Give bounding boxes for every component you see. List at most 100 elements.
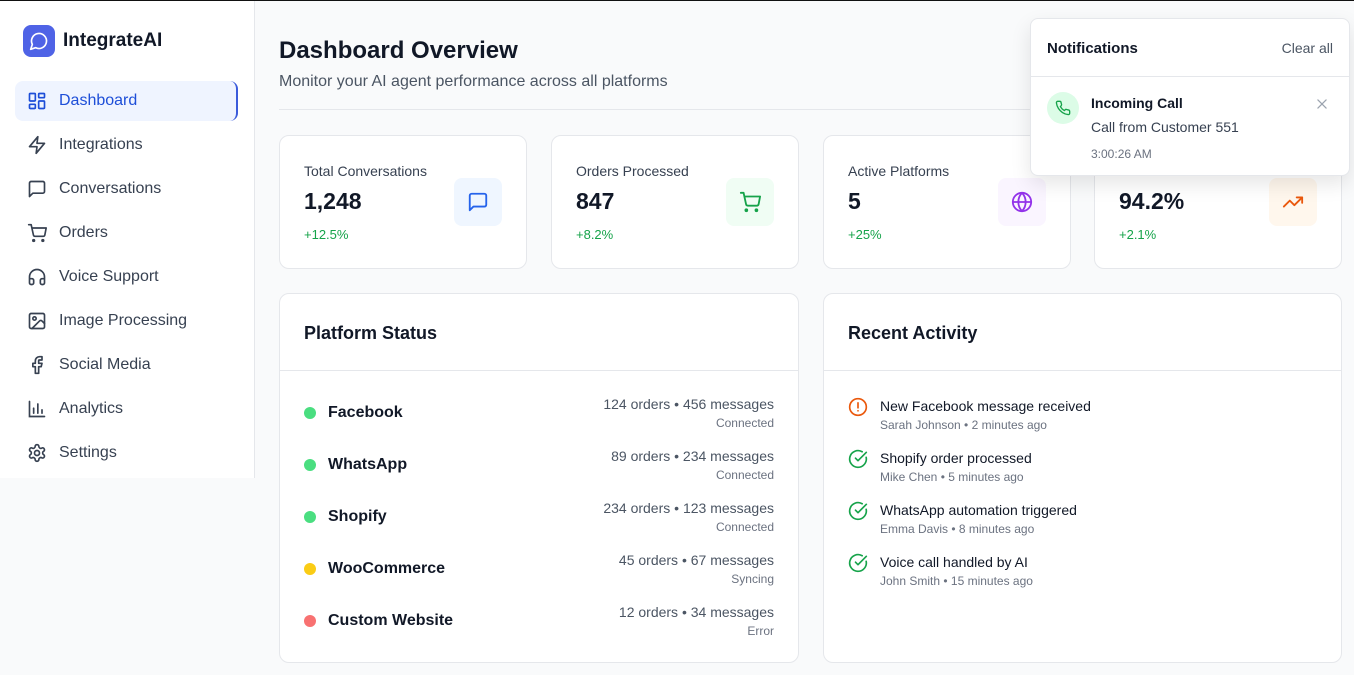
status-dot [304,615,316,627]
activity-title: Shopify order processed [880,450,1032,466]
sidebar-item-dashboard[interactable]: Dashboard [15,81,238,121]
stat-card-total-conversations: Total Conversations 1,248 +12.5% [279,135,527,269]
facebook-icon [32,355,43,375]
page-title: Dashboard Overview [279,37,518,64]
stat-value: 1,248 [304,188,362,214]
check-circle-icon [848,501,868,521]
stat-label: Active Platforms [848,163,950,179]
platform-status-panel: Platform Status Facebook 124 orders • 45… [279,293,799,663]
platform-stats: 12 orders • 34 messages [618,604,774,620]
sidebar-item-label: Voice Support [59,268,159,285]
platform-row-whatsapp[interactable]: WhatsApp 89 orders • 234 messages Connec… [304,446,774,486]
activity-meta: John Smith • 15 minutes ago [880,574,1033,588]
chat-bubble-logo-icon [23,25,55,57]
platform-row-facebook[interactable]: Facebook 124 orders • 456 messages Conne… [304,394,774,434]
platform-status: Connected [715,468,774,482]
message-square-icon [454,178,502,226]
headphones-icon [28,268,46,286]
lightning-icon [28,135,46,155]
stat-value: 5 [848,188,861,214]
notifications-divider [1031,76,1349,77]
panel-title: Platform Status [304,323,438,343]
close-icon[interactable] [1315,97,1329,111]
clear-all-button[interactable]: Clear all [1282,40,1333,56]
recent-activity-panel: Recent Activity New Facebook message rec… [823,293,1342,663]
sidebar-item-label: Analytics [59,400,124,417]
panel-divider [824,370,1341,371]
platform-stats: 89 orders • 234 messages [611,448,774,464]
sidebar-item-label: Dashboard [59,92,138,109]
message-square-icon [28,180,46,198]
dashboard-grid-icon [28,92,46,110]
page-subtitle: Monitor your AI agent performance across… [279,73,668,90]
stat-change: +25% [848,227,882,242]
check-circle-icon [848,449,868,469]
sidebar-item-label: Orders [59,224,108,241]
sidebar-nav: Dashboard Integrations Conversations Ord… [15,81,238,477]
stat-card-orders-processed: Orders Processed 847 +8.2% [551,135,799,269]
panel-title: Recent Activity [848,323,978,343]
alert-circle-icon [848,397,868,417]
stat-change: +2.1% [1119,227,1157,242]
notification-time: 3:00:26 AM [1091,147,1152,161]
sidebar-item-conversations[interactable]: Conversations [15,169,238,209]
notifications-title: Notifications [1047,40,1138,57]
platform-status: Connected [715,416,774,430]
status-dot [304,563,316,575]
stat-label: Total Conversations [304,163,427,179]
status-dot [304,459,316,471]
platform-name: WooCommerce [328,560,446,577]
stat-label: Orders Processed [576,163,689,179]
status-dot [304,407,316,419]
sidebar: IntegrateAI Dashboard Integrations Conve… [0,1,255,478]
shopping-cart-icon [27,223,47,243]
notifications-panel: Notifications Clear all Incoming Call Ca… [1030,18,1350,176]
brand-name: IntegrateAI [63,30,163,51]
sidebar-item-image-processing[interactable]: Image Processing [15,301,238,341]
sidebar-item-settings[interactable]: Settings [15,433,238,473]
gear-icon [28,443,46,463]
platform-name: Custom Website [328,612,454,629]
stat-change: +8.2% [576,227,614,242]
bar-chart-icon [28,400,46,418]
shopping-cart-icon [726,178,774,226]
platform-stats: 45 orders • 67 messages [618,552,774,568]
platform-stats: 234 orders • 123 messages [603,500,774,516]
status-dot [304,511,316,523]
brand[interactable]: IntegrateAI [23,25,162,57]
sidebar-item-voice-support[interactable]: Voice Support [15,257,238,297]
activity-item[interactable]: WhatsApp automation triggered Emma Davis… [848,500,1318,540]
platform-name: Facebook [328,404,403,421]
platform-status: Syncing [731,572,774,586]
panel-divider [280,370,798,371]
sidebar-item-label: Social Media [59,356,151,373]
activity-title: Voice call handled by AI [880,554,1028,570]
platform-status: Error [747,624,774,638]
sidebar-item-orders[interactable]: Orders [15,213,238,253]
platform-row-woocommerce[interactable]: WooCommerce 45 orders • 67 messages Sync… [304,550,774,590]
activity-title: New Facebook message received [880,398,1091,414]
platform-status: Connected [715,520,774,534]
activity-meta: Sarah Johnson • 2 minutes ago [880,418,1047,432]
sidebar-item-analytics[interactable]: Analytics [15,389,238,429]
notification-text: Call from Customer 551 [1091,119,1239,135]
activity-meta: Mike Chen • 5 minutes ago [880,470,1024,484]
platform-row-custom-website[interactable]: Custom Website 12 orders • 34 messages E… [304,602,774,642]
sidebar-item-label: Settings [59,444,117,461]
globe-icon [998,178,1046,226]
sidebar-item-label: Conversations [59,180,162,197]
activity-item[interactable]: Shopify order processed Mike Chen • 5 mi… [848,448,1318,488]
activity-item[interactable]: Voice call handled by AI John Smith • 15… [848,552,1318,592]
sidebar-item-integrations[interactable]: Integrations [15,125,238,165]
activity-title: WhatsApp automation triggered [880,502,1077,518]
platform-name: WhatsApp [328,456,408,473]
phone-icon [1047,92,1079,124]
notification-title: Incoming Call [1091,95,1183,111]
activity-item[interactable]: New Facebook message received Sarah John… [848,396,1318,436]
sidebar-item-label: Integrations [59,136,143,153]
image-icon [28,312,46,330]
sidebar-item-social-media[interactable]: Social Media [15,345,238,385]
check-circle-icon [848,553,868,573]
platform-name: Shopify [328,508,387,525]
platform-row-shopify[interactable]: Shopify 234 orders • 123 messages Connec… [304,498,774,538]
